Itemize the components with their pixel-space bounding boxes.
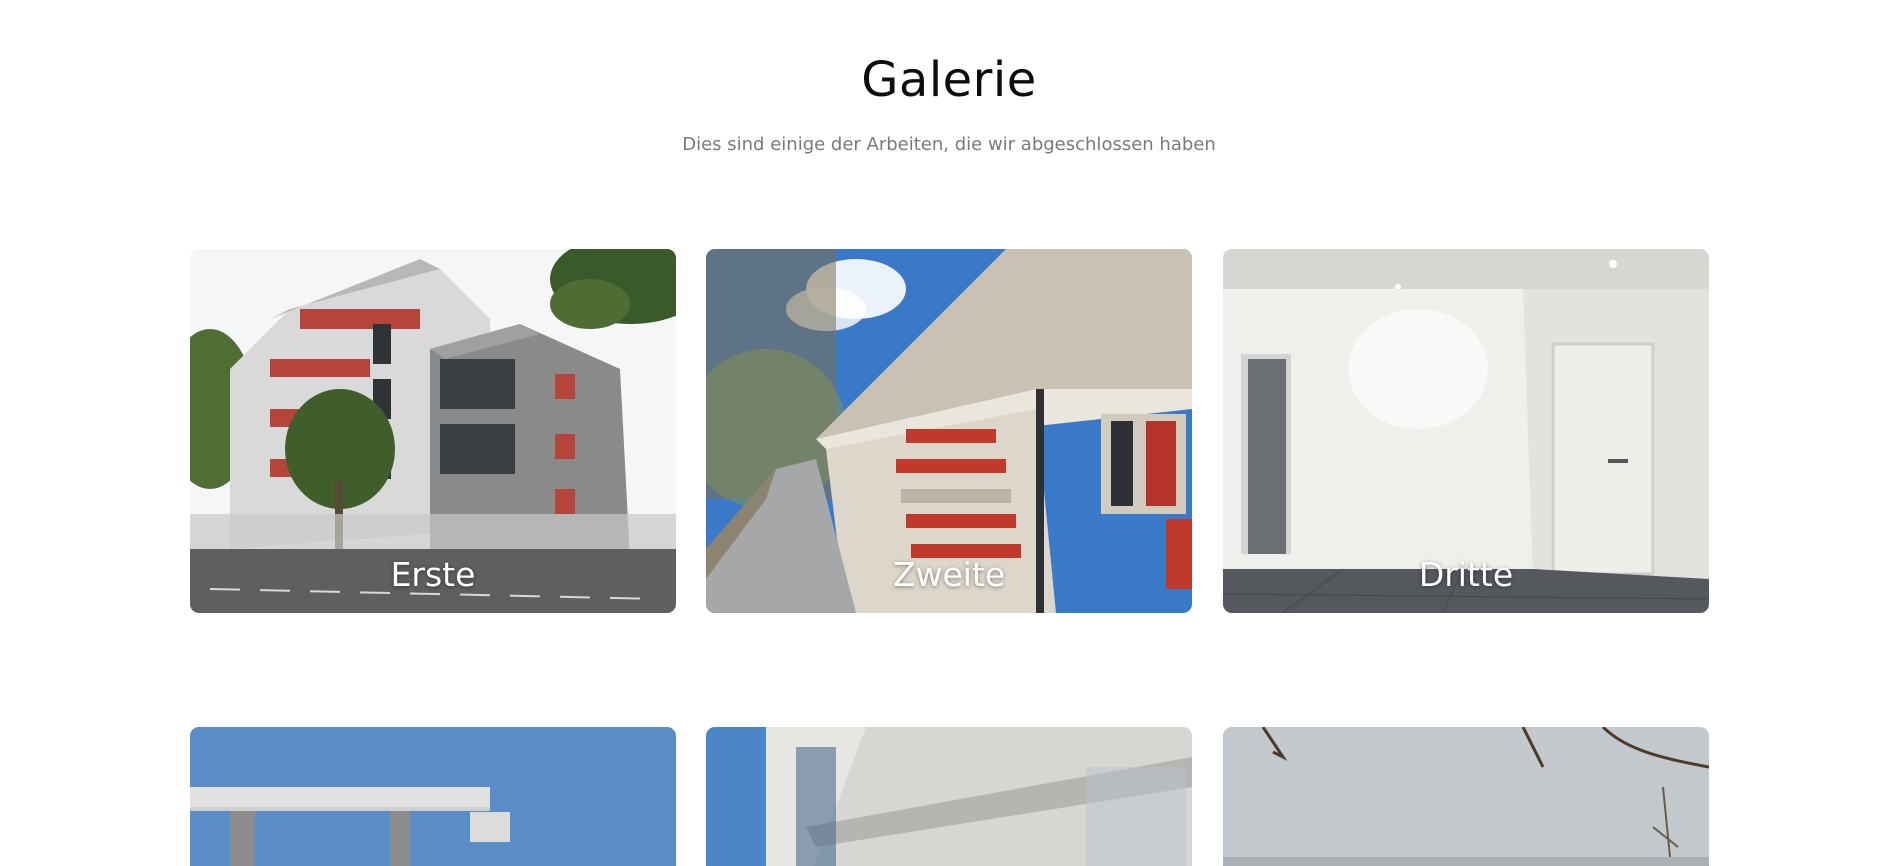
gallery-card-dritte[interactable]: Dritte bbox=[1223, 249, 1709, 613]
gallery-card-erste[interactable]: Erste bbox=[190, 249, 676, 613]
gallery-card-label: Dritte bbox=[1418, 555, 1514, 594]
building-photo-image bbox=[706, 727, 1192, 866]
gallery-card-5[interactable] bbox=[706, 727, 1192, 866]
gallery-subtitle: Dies sind einige der Arbeiten, die wir a… bbox=[682, 134, 1216, 155]
gallery-section: Galerie Dies sind einige der Arbeiten, d… bbox=[0, 0, 1878, 866]
gallery-card-4[interactable] bbox=[190, 727, 676, 866]
gallery-card-6[interactable] bbox=[1223, 727, 1709, 866]
gallery-title: Galerie bbox=[861, 52, 1037, 108]
outdoor-photo-image bbox=[1223, 727, 1709, 866]
gallery-card-label: Erste bbox=[390, 555, 476, 594]
gallery-card-label: Zweite bbox=[892, 555, 1006, 594]
gallery-card-zweite[interactable]: Zweite bbox=[706, 249, 1192, 613]
building-photo-image bbox=[190, 727, 676, 866]
